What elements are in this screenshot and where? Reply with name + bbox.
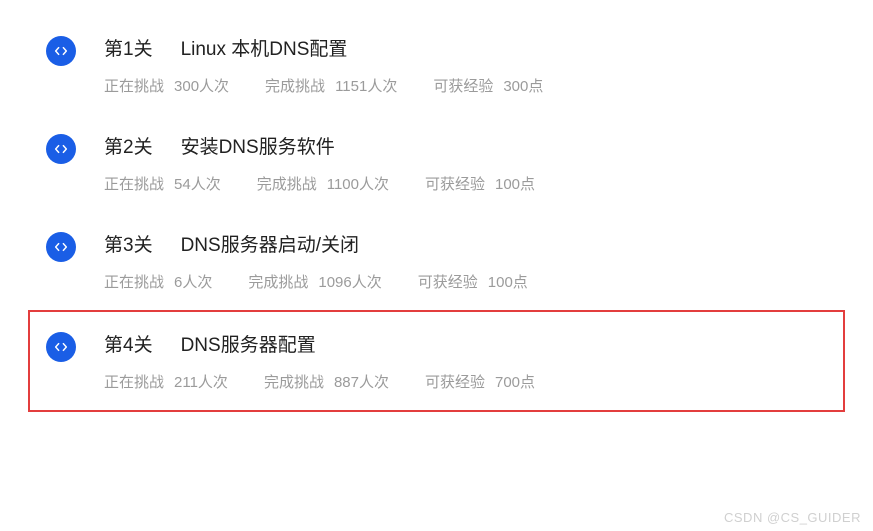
stat-label: 可获经验 <box>433 75 493 96</box>
stats-row: 正在挑战 54人次 完成挑战 1100人次 可获经验 100点 <box>104 173 833 194</box>
stat-completed: 完成挑战 887人次 <box>264 371 389 392</box>
challenge-content: 第4关 DNS服务器配置正在挑战 211人次 完成挑战 887人次 可获经验 700点 <box>104 330 831 392</box>
stat-in-progress: 正在挑战 300人次 <box>104 75 229 96</box>
stat-label: 正在挑战 <box>104 271 164 292</box>
stat-value: 100点 <box>495 173 535 194</box>
challenge-title: Linux 本机DNS配置 <box>181 34 348 61</box>
level-label: 第1关 <box>104 34 153 61</box>
stat-label: 可获经验 <box>425 371 485 392</box>
stat-completed: 完成挑战 1100人次 <box>257 173 389 194</box>
level-label: 第2关 <box>104 132 153 159</box>
challenge-content: 第3关 DNS服务器启动/关闭正在挑战 6人次 完成挑战 1096人次 可获经验 100点 <box>104 230 833 292</box>
stat-label: 可获经验 <box>418 271 478 292</box>
stats-row: 正在挑战 300人次 完成挑战 1151人次 可获经验 300点 <box>104 75 833 96</box>
stat-completed: 完成挑战 1151人次 <box>265 75 397 96</box>
title-row: 第3关 DNS服务器启动/关闭 <box>104 230 833 257</box>
challenge-content: 第1关 Linux 本机DNS配置正在挑战 300人次 完成挑战 1151人次 可获经验 3… <box>104 34 833 96</box>
stat-in-progress: 正在挑战 211人次 <box>104 371 228 392</box>
challenge-title: 安装DNS服务软件 <box>181 132 335 159</box>
title-row: 第2关 安装DNS服务软件 <box>104 132 833 159</box>
challenge-content: 第2关 安装DNS服务软件正在挑战 54人次 完成挑战 1100人次 可获经验 100点 <box>104 132 833 194</box>
stat-value: 1151人次 <box>335 75 397 96</box>
stat-experience: 可获经验 100点 <box>425 173 535 194</box>
stat-value: 1100人次 <box>327 173 389 194</box>
stat-label: 完成挑战 <box>257 173 317 194</box>
stat-completed: 完成挑战 1096人次 <box>248 271 381 292</box>
level-label: 第3关 <box>104 230 153 257</box>
title-row: 第1关 Linux 本机DNS配置 <box>104 34 833 61</box>
stat-label: 正在挑战 <box>104 173 164 194</box>
challenge-item[interactable]: 第4关 DNS服务器配置正在挑战 211人次 完成挑战 887人次 可获经验 700点 <box>28 310 845 412</box>
stat-value: 1096人次 <box>318 271 381 292</box>
stat-experience: 可获经验 300点 <box>433 75 543 96</box>
stat-label: 完成挑战 <box>265 75 325 96</box>
stat-label: 完成挑战 <box>264 371 324 392</box>
challenge-title: DNS服务器配置 <box>181 330 316 357</box>
stat-value: 6人次 <box>174 271 212 292</box>
stat-in-progress: 正在挑战 6人次 <box>104 271 212 292</box>
watermark: CSDN @CS_GUIDER <box>724 510 861 525</box>
stat-value: 300点 <box>503 75 543 96</box>
code-icon <box>46 332 76 362</box>
stat-value: 700点 <box>495 371 535 392</box>
code-icon <box>46 232 76 262</box>
stats-row: 正在挑战 211人次 完成挑战 887人次 可获经验 700点 <box>104 371 831 392</box>
code-icon <box>46 134 76 164</box>
stat-value: 100点 <box>488 271 528 292</box>
title-row: 第4关 DNS服务器配置 <box>104 330 831 357</box>
stat-value: 211人次 <box>174 371 228 392</box>
challenge-item[interactable]: 第2关 安装DNS服务软件正在挑战 54人次 完成挑战 1100人次 可获经验 100点 <box>0 114 873 212</box>
stat-value: 300人次 <box>174 75 229 96</box>
level-label: 第4关 <box>104 330 153 357</box>
stat-value: 54人次 <box>174 173 221 194</box>
stat-experience: 可获经验 700点 <box>425 371 535 392</box>
stat-value: 887人次 <box>334 371 389 392</box>
challenge-title: DNS服务器启动/关闭 <box>181 230 359 257</box>
stat-in-progress: 正在挑战 54人次 <box>104 173 221 194</box>
stat-label: 可获经验 <box>425 173 485 194</box>
challenge-item[interactable]: 第3关 DNS服务器启动/关闭正在挑战 6人次 完成挑战 1096人次 可获经验 100点 <box>0 212 873 310</box>
stats-row: 正在挑战 6人次 完成挑战 1096人次 可获经验 100点 <box>104 271 833 292</box>
code-icon <box>46 36 76 66</box>
stat-experience: 可获经验 100点 <box>418 271 528 292</box>
stat-label: 正在挑战 <box>104 371 164 392</box>
stat-label: 正在挑战 <box>104 75 164 96</box>
stat-label: 完成挑战 <box>248 271 308 292</box>
challenge-list: 第1关Linux 本机DNS配置正在挑战300人次完成挑战1151人次可获经验3… <box>0 0 873 412</box>
challenge-item[interactable]: 第1关 Linux 本机DNS配置正在挑战 300人次 完成挑战 1151人次 可获经验 3… <box>0 16 873 114</box>
